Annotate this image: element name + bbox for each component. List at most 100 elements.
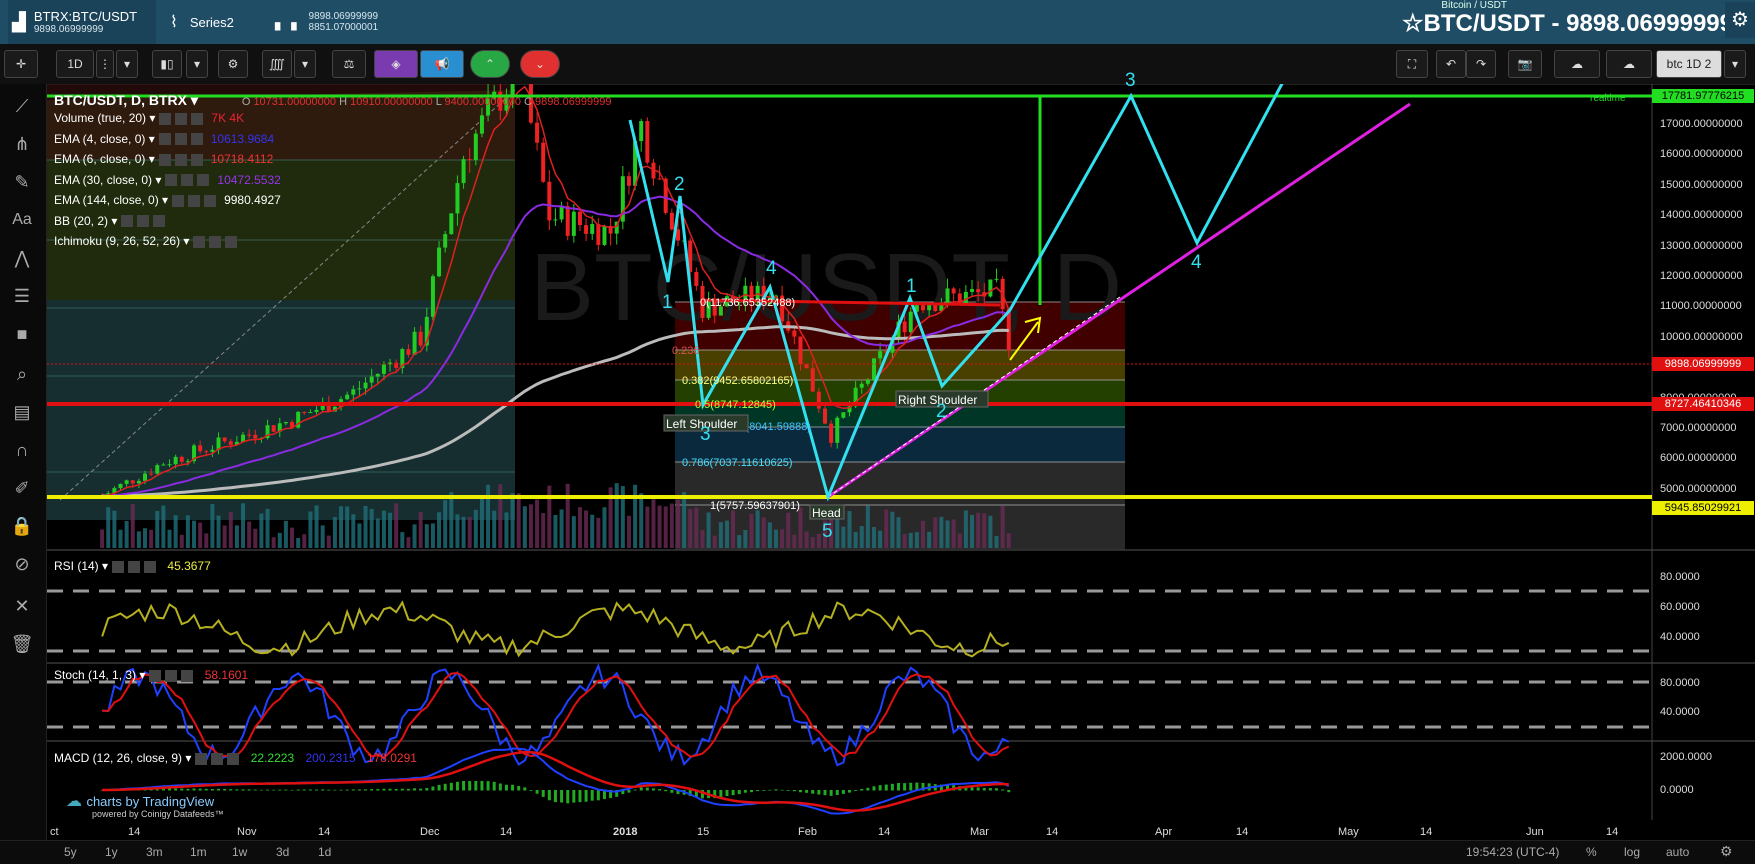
measure-icon[interactable]: ▤ <box>8 398 36 426</box>
range-1d[interactable]: 1d <box>318 845 331 859</box>
indicators-icon[interactable]: ⨌ <box>262 50 292 78</box>
macd-legend[interactable]: MACD (12, 26, close, 9) ▾ 22.2223 200.23… <box>54 751 417 765</box>
rsi-legend[interactable]: RSI (14) ▾ 45.3677 <box>54 559 211 573</box>
tab-series2[interactable]: ⌇ Series2 <box>170 0 234 44</box>
close-icon[interactable] <box>204 194 217 207</box>
close-icon[interactable] <box>190 133 203 146</box>
settings-gear-icon[interactable]: ⚙ <box>1725 2 1755 38</box>
brush-icon[interactable]: ✎ <box>8 168 36 196</box>
chart-canvas[interactable]: BTC/USDT, D 0(11736.65352488) 0.236 0.38… <box>0 0 1755 863</box>
gear-icon[interactable]: ⚙ <box>1720 843 1733 860</box>
trash-icon[interactable]: 🗑 <box>8 630 36 658</box>
range-5y[interactable]: 5y <box>64 845 77 859</box>
tools-icon[interactable]: ✕ <box>8 592 36 620</box>
cloud-save-icon[interactable]: ☁ <box>1606 50 1652 78</box>
eye-icon[interactable] <box>158 153 171 166</box>
magenta-trendline[interactable] <box>827 102 1411 499</box>
range-3d[interactable]: 3d <box>276 845 289 859</box>
elliott-wave-path[interactable] <box>628 80 1284 502</box>
tradingview-branding[interactable]: ☁ charts by TradingView powered by Coini… <box>66 791 224 819</box>
gear-icon[interactable] <box>211 752 224 765</box>
lock-icon[interactable]: 🔒 <box>8 512 36 540</box>
neckline[interactable] <box>699 298 1001 307</box>
zoom-icon[interactable]: ⌕ <box>8 360 36 388</box>
close-icon[interactable] <box>191 112 204 125</box>
close-icon[interactable] <box>144 560 157 573</box>
gear-icon[interactable] <box>137 215 150 228</box>
settings-icon[interactable]: ⚙ <box>218 50 248 78</box>
range-1y[interactable]: 1y <box>105 845 118 859</box>
indicator-legend-row[interactable]: EMA (4, close, 0) ▾ 10613.9684 <box>54 132 274 146</box>
close-icon[interactable] <box>227 752 240 765</box>
range-1m[interactable]: 1m <box>190 845 207 859</box>
compare-icon[interactable]: ⚖ <box>332 50 366 78</box>
tab-prices[interactable]: ▖▗ 9898.06999999 8851.07000001 <box>275 0 378 44</box>
eye-icon[interactable] <box>172 194 185 207</box>
interval-dropdown-icon[interactable]: ▾ <box>116 50 138 78</box>
range-1w[interactable]: 1w <box>232 845 247 859</box>
eye-icon[interactable] <box>158 133 171 146</box>
rsi-pane[interactable] <box>47 589 1652 658</box>
close-icon[interactable] <box>225 235 238 248</box>
shape-icon[interactable]: ■ <box>8 320 36 348</box>
gear-icon[interactable] <box>188 194 201 207</box>
range-3m[interactable]: 3m <box>146 845 163 859</box>
cube-icon[interactable]: ◈ <box>374 50 418 78</box>
eye-icon[interactable] <box>195 752 208 765</box>
eye-icon[interactable] <box>112 560 125 573</box>
indicators-dropdown-icon[interactable]: ▾ <box>294 50 316 78</box>
gear-icon[interactable] <box>181 174 194 187</box>
chart-type-dropdown-icon[interactable]: ▾ <box>186 50 208 78</box>
cloud-load-icon[interactable]: ☁ <box>1554 50 1600 78</box>
close-icon[interactable] <box>153 215 166 228</box>
eye-icon[interactable] <box>121 215 134 228</box>
undo-icon[interactable]: ↶ <box>1436 50 1466 78</box>
gear-icon[interactable] <box>165 669 178 682</box>
indicator-legend-row[interactable]: Ichimoku (9, 26, 52, 26) ▾ <box>54 234 245 248</box>
indicator-legend-row[interactable]: Volume (true, 20) ▾ 7K 4K <box>54 111 244 125</box>
time-axis[interactable]: ct 14 Nov 14 Dec 14 2018 15 Feb 14 Mar 14 Apr 14 May 14… <box>50 826 1618 838</box>
layout-name-button[interactable]: btc 1D 2 <box>1656 50 1722 78</box>
legend-symbol[interactable]: BTC/USDT, D, BTRX ▾ O 10731.00000000 H 1… <box>54 92 612 109</box>
gear-icon[interactable] <box>174 133 187 146</box>
eye-hidden-icon[interactable]: ⊘ <box>8 550 36 578</box>
log-toggle[interactable]: log <box>1624 845 1640 859</box>
buy-up-icon[interactable]: ⌃ <box>470 50 510 78</box>
camera-icon[interactable]: 📷 <box>1508 50 1542 78</box>
trend-line-icon[interactable]: ⟋ <box>8 92 36 120</box>
close-icon[interactable] <box>181 669 194 682</box>
close-icon[interactable] <box>197 174 210 187</box>
gear-icon[interactable] <box>209 235 222 248</box>
gear-icon[interactable] <box>175 112 188 125</box>
fib-icon[interactable]: ☰ <box>8 282 36 310</box>
fullscreen-icon[interactable]: ⛶ <box>1396 50 1428 78</box>
candles-icon[interactable]: ▮▯ <box>152 50 182 78</box>
more-icon[interactable]: ⋮ <box>96 50 114 78</box>
indicator-legend-row[interactable]: EMA (144, close, 0) ▾ 9980.4927 <box>54 193 281 207</box>
stoch-legend[interactable]: Stoch (14, 1, 3) ▾ 58.1601 <box>54 668 248 682</box>
layout-dropdown-icon[interactable]: ▾ <box>1724 50 1746 78</box>
tab-symbol[interactable]: ▟ BTRX:BTC/USDT 9898.06999999 <box>8 0 156 44</box>
eye-icon[interactable] <box>159 112 172 125</box>
sell-down-icon[interactable]: ⌄ <box>520 50 560 78</box>
eye-icon[interactable] <box>149 669 162 682</box>
close-icon[interactable] <box>190 153 203 166</box>
pattern-icon[interactable]: ⋀ <box>8 244 36 272</box>
star-icon[interactable]: ☆ <box>1402 10 1424 37</box>
indicator-legend-row[interactable]: EMA (6, close, 0) ▾ 10718.4112 <box>54 152 273 166</box>
gear-icon[interactable] <box>128 560 141 573</box>
redo-icon[interactable]: ↷ <box>1466 50 1496 78</box>
megaphone-icon[interactable]: 📢 <box>420 50 464 78</box>
text-tool-icon[interactable]: Aa <box>8 206 36 234</box>
eye-icon[interactable] <box>193 235 206 248</box>
gear-icon[interactable] <box>174 153 187 166</box>
magnet-icon[interactable]: ∩ <box>8 436 36 464</box>
percent-toggle[interactable]: % <box>1586 845 1597 859</box>
interval-button[interactable]: 1D <box>56 50 94 78</box>
pitchfork-icon[interactable]: ⋔ <box>8 130 36 158</box>
auto-toggle[interactable]: auto <box>1666 845 1689 859</box>
eye-icon[interactable] <box>165 174 178 187</box>
indicator-legend-row[interactable]: EMA (30, close, 0) ▾ 10472.5532 <box>54 173 281 187</box>
indicator-legend-row[interactable]: BB (20, 2) ▾ <box>54 214 173 228</box>
crosshair-tool-button[interactable]: ✛ <box>4 50 38 78</box>
